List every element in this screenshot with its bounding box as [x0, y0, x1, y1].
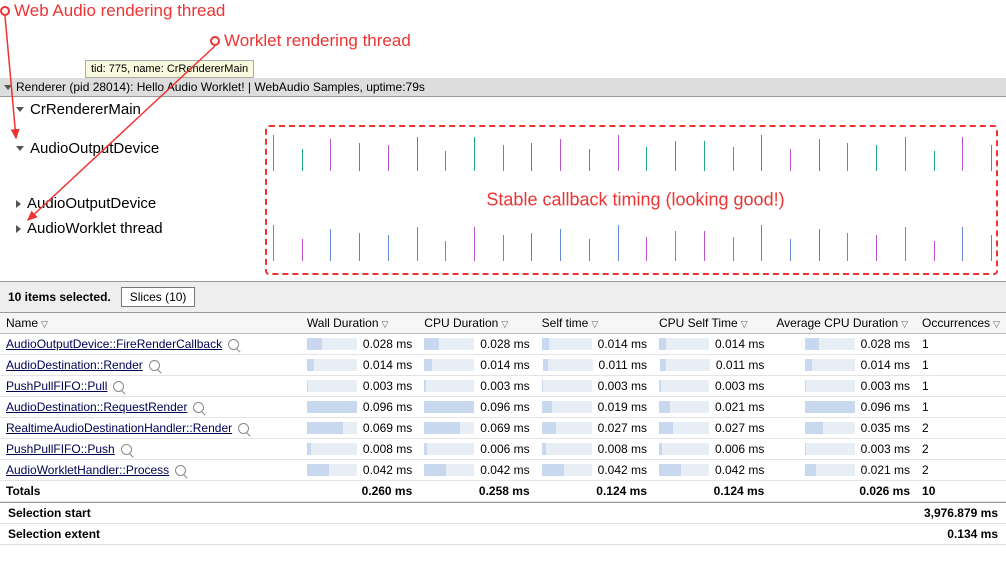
thread-tooltip: tid: 775, name: CrRendererMain: [85, 60, 254, 78]
selection-toolbar: 10 items selected. Slices (10): [0, 281, 1006, 313]
table-row[interactable]: PushPullFIFO::Pull0.003 ms0.003 ms0.003 …: [0, 376, 1006, 397]
magnify-icon[interactable]: [238, 423, 249, 434]
annotation-stable: Stable callback timing (looking good!): [486, 190, 784, 211]
slice-link[interactable]: AudioDestination::Render: [6, 358, 143, 372]
thread-label: CrRendererMain: [30, 101, 141, 118]
expand-icon[interactable]: [4, 85, 12, 90]
sort-icon: ▽: [901, 319, 908, 329]
row-name: AudioDestination::Render: [0, 355, 301, 376]
col-cpu-self[interactable]: CPU Self Time▽: [653, 313, 770, 334]
selection-extent-label: Selection extent: [8, 527, 100, 541]
row-occ: 2: [916, 460, 1006, 481]
thread-label: AudioOutputDevice: [27, 195, 156, 212]
thread-row[interactable]: AudioWorklet thread: [0, 216, 265, 241]
sort-icon: ▽: [741, 319, 748, 329]
row-name: AudioDestination::RequestRender: [0, 397, 301, 418]
col-name[interactable]: Name▽: [0, 313, 301, 334]
magnify-icon[interactable]: [193, 402, 204, 413]
timeline-tracks[interactable]: Stable callback timing (looking good!): [265, 97, 1006, 281]
items-selected-label: 10 items selected.: [8, 290, 111, 304]
slice-link[interactable]: AudioOutputDevice::FireRenderCallback: [6, 337, 222, 351]
sort-icon: ▽: [591, 319, 598, 329]
col-wall[interactable]: Wall Duration▽: [301, 313, 418, 334]
expand-icon[interactable]: [16, 200, 21, 208]
col-cpu[interactable]: CPU Duration▽: [418, 313, 535, 334]
expand-icon[interactable]: [16, 225, 21, 233]
magnify-icon[interactable]: [175, 465, 186, 476]
table-row[interactable]: AudioDestination::Render0.014 ms0.014 ms…: [0, 355, 1006, 376]
sort-icon: ▽: [41, 319, 48, 329]
sort-icon: ▽: [382, 319, 389, 329]
col-avg-cpu[interactable]: Average CPU Duration▽: [770, 313, 916, 334]
slice-link[interactable]: PushPullFIFO::Pull: [6, 379, 107, 393]
totals-row: Totals0.260 ms0.258 ms0.124 ms0.124 ms0.…: [0, 481, 1006, 502]
thread-row[interactable]: AudioOutputDevice: [0, 136, 265, 161]
expand-icon[interactable]: [16, 146, 24, 151]
process-header[interactable]: Renderer (pid 28014): Hello Audio Workle…: [0, 78, 1006, 97]
selection-extent-value: 0.134 ms: [947, 527, 998, 541]
thread-list: CrRendererMain AudioOutputDevice tid: 77…: [0, 97, 265, 281]
slice-link[interactable]: PushPullFIFO::Push: [6, 442, 115, 456]
magnify-icon[interactable]: [121, 444, 132, 455]
magnify-icon[interactable]: [113, 381, 124, 392]
thread-label: AudioOutputDevice: [30, 140, 159, 157]
table-row[interactable]: AudioDestination::RequestRender0.096 ms0…: [0, 397, 1006, 418]
sort-icon: ▽: [993, 319, 1000, 329]
thread-row[interactable]: CrRendererMain: [0, 97, 265, 122]
magnify-icon[interactable]: [228, 339, 239, 350]
selection-start-value: 3,976.879 ms: [924, 506, 998, 520]
table-row[interactable]: PushPullFIFO::Push0.008 ms0.006 ms0.008 …: [0, 439, 1006, 460]
row-occ: 1: [916, 355, 1006, 376]
table-row[interactable]: AudioOutputDevice::FireRenderCallback0.0…: [0, 334, 1006, 355]
col-occ[interactable]: Occurrences▽: [916, 313, 1006, 334]
row-occ: 1: [916, 334, 1006, 355]
slice-link[interactable]: RealtimeAudioDestinationHandler::Render: [6, 421, 232, 435]
row-name: AudioWorkletHandler::Process: [0, 460, 301, 481]
table-row[interactable]: RealtimeAudioDestinationHandler::Render0…: [0, 418, 1006, 439]
thread-row[interactable]: AudioOutputDevice: [0, 191, 265, 216]
row-name: RealtimeAudioDestinationHandler::Render: [0, 418, 301, 439]
selection-start-label: Selection start: [8, 506, 91, 520]
row-name: AudioOutputDevice::FireRenderCallback: [0, 334, 301, 355]
row-occ: 1: [916, 376, 1006, 397]
selection-footer: Selection start 3,976.879 ms Selection e…: [0, 502, 1006, 545]
thread-label: AudioWorklet thread: [27, 220, 163, 237]
process-title: Renderer (pid 28014): Hello Audio Workle…: [16, 80, 425, 94]
sort-icon: ▽: [501, 319, 508, 329]
slice-link[interactable]: AudioWorkletHandler::Process: [6, 463, 169, 477]
row-name: PushPullFIFO::Push: [0, 439, 301, 460]
table-row[interactable]: AudioWorkletHandler::Process0.042 ms0.04…: [0, 460, 1006, 481]
row-name: PushPullFIFO::Pull: [0, 376, 301, 397]
row-occ: 2: [916, 439, 1006, 460]
slices-button[interactable]: Slices (10): [121, 287, 196, 307]
slice-link[interactable]: AudioDestination::RequestRender: [6, 400, 187, 414]
slices-table: Name▽ Wall Duration▽ CPU Duration▽ Self …: [0, 313, 1006, 502]
col-self[interactable]: Self time▽: [536, 313, 653, 334]
magnify-icon[interactable]: [149, 360, 160, 371]
row-occ: 2: [916, 418, 1006, 439]
expand-icon[interactable]: [16, 107, 24, 112]
row-occ: 1: [916, 397, 1006, 418]
